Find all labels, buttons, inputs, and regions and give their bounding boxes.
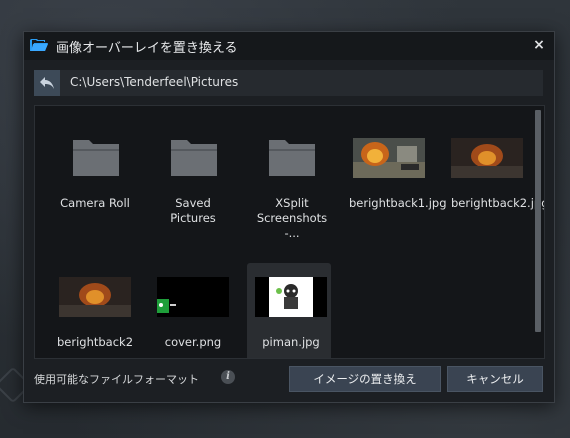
file-item-cover-png[interactable]: cover.png <box>149 263 233 358</box>
file-browser: Camera Roll Saved Pictures XSplit Screen… <box>34 105 545 359</box>
file-item-berightback1[interactable]: berightback1.jpg <box>345 124 447 224</box>
dialog-title: 画像オーバーレイを置き換える <box>56 41 238 56</box>
file-label: XSplit Screenshots -... <box>256 196 328 240</box>
file-label: berightback2.jpg <box>451 196 545 210</box>
file-item-berightback2[interactable]: berightback2 <box>51 263 135 358</box>
back-arrow-icon <box>40 77 54 89</box>
image-thumbnail <box>59 277 131 317</box>
replace-image-overlay-dialog: 画像オーバーレイを置き換える × C:\Users\Tenderfeel\Pic… <box>23 31 555 403</box>
file-item-xsplit-screenshots[interactable]: XSplit Screenshots -... <box>247 124 331 240</box>
file-item-berightback2-jpg[interactable]: berightback2.jpg <box>443 124 545 224</box>
cancel-button[interactable]: キャンセル <box>447 366 543 392</box>
replace-image-button[interactable]: イメージの置き換え <box>289 366 441 392</box>
current-path: C:\Users\Tenderfeel\Pictures <box>70 75 239 89</box>
available-formats-label: 使用可能なファイルフォーマット <box>34 373 199 386</box>
info-icon[interactable]: i <box>221 370 235 384</box>
close-button[interactable]: × <box>530 36 548 54</box>
folder-icon <box>73 140 119 176</box>
titlebar: 画像オーバーレイを置き換える × <box>24 32 554 60</box>
back-button[interactable] <box>34 70 60 96</box>
image-thumbnail <box>157 277 229 317</box>
path-bar: C:\Users\Tenderfeel\Pictures <box>34 70 543 96</box>
file-item-piman-jpg[interactable]: piman.jpg <box>247 263 331 358</box>
file-label: cover.png <box>164 335 222 349</box>
file-label: Camera Roll <box>60 196 130 210</box>
image-thumbnail <box>451 138 523 178</box>
folder-icon <box>171 140 217 176</box>
image-thumbnail <box>353 138 425 178</box>
folder-open-icon <box>30 39 48 51</box>
file-label: Saved Pictures <box>170 196 216 225</box>
scrollbar[interactable] <box>535 110 541 332</box>
image-thumbnail <box>255 277 327 317</box>
file-label: berightback2 <box>56 335 134 349</box>
file-label: berightback1.jpg <box>349 196 447 210</box>
folder-icon <box>269 140 315 176</box>
file-item-saved-pictures[interactable]: Saved Pictures <box>149 124 233 225</box>
file-label: piman.jpg <box>262 335 320 349</box>
file-item-camera-roll[interactable]: Camera Roll <box>51 124 135 224</box>
